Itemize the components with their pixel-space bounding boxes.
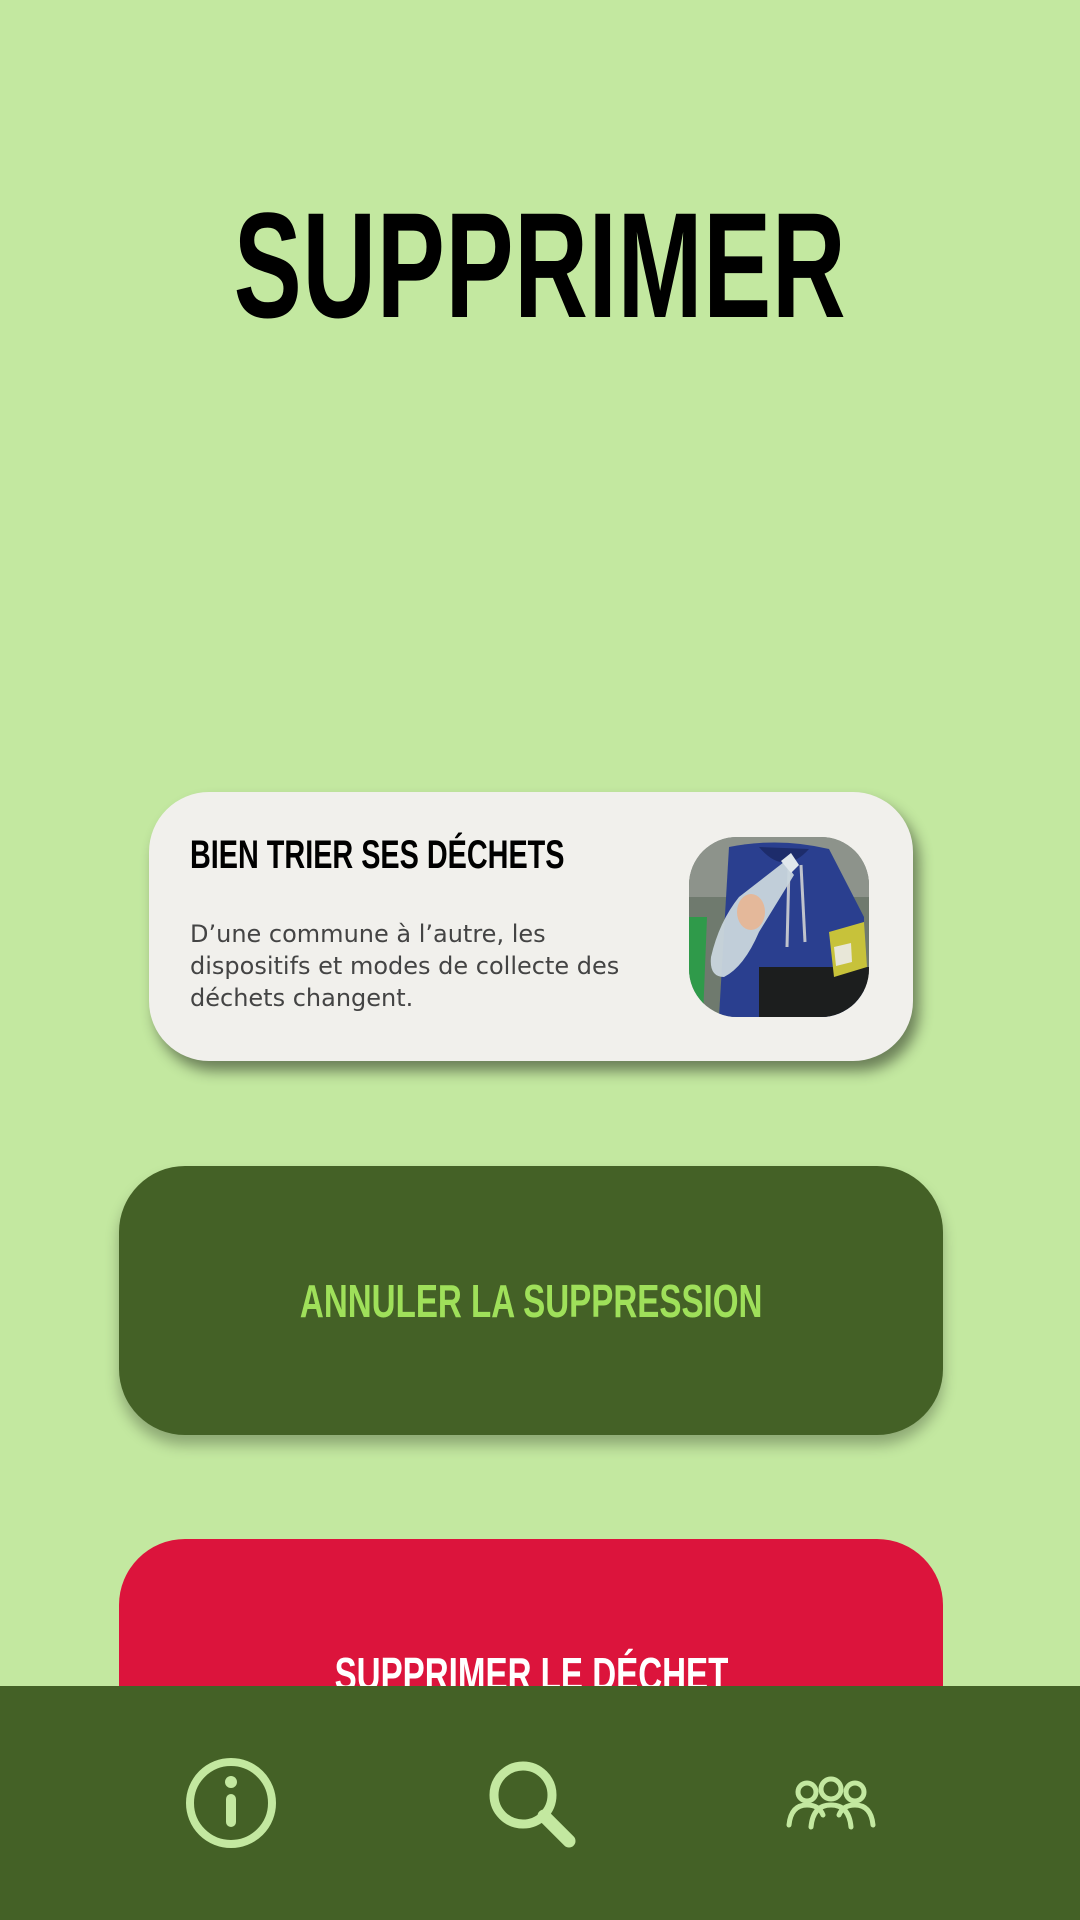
users-icon bbox=[786, 1776, 876, 1830]
card-description: D’une commune à l’autre, les dispositifs… bbox=[190, 920, 620, 1012]
card-title: BIEN TRIER SES DÉCHETS bbox=[190, 833, 565, 877]
cancel-delete-button[interactable]: ANNULER LA SUPPRESSION bbox=[119, 1166, 943, 1435]
bottom-navigation bbox=[0, 1686, 1080, 1920]
waste-card[interactable]: BIEN TRIER SES DÉCHETS D’une commune à l… bbox=[149, 792, 913, 1061]
nav-community[interactable] bbox=[651, 1686, 1011, 1920]
search-icon bbox=[489, 1761, 576, 1848]
recycling-photo-icon bbox=[689, 837, 869, 1017]
info-icon bbox=[186, 1758, 276, 1848]
page-title: SUPPRIMER bbox=[233, 181, 847, 349]
card-image bbox=[689, 837, 869, 1017]
cancel-delete-label: ANNULER LA SUPPRESSION bbox=[299, 1274, 763, 1327]
